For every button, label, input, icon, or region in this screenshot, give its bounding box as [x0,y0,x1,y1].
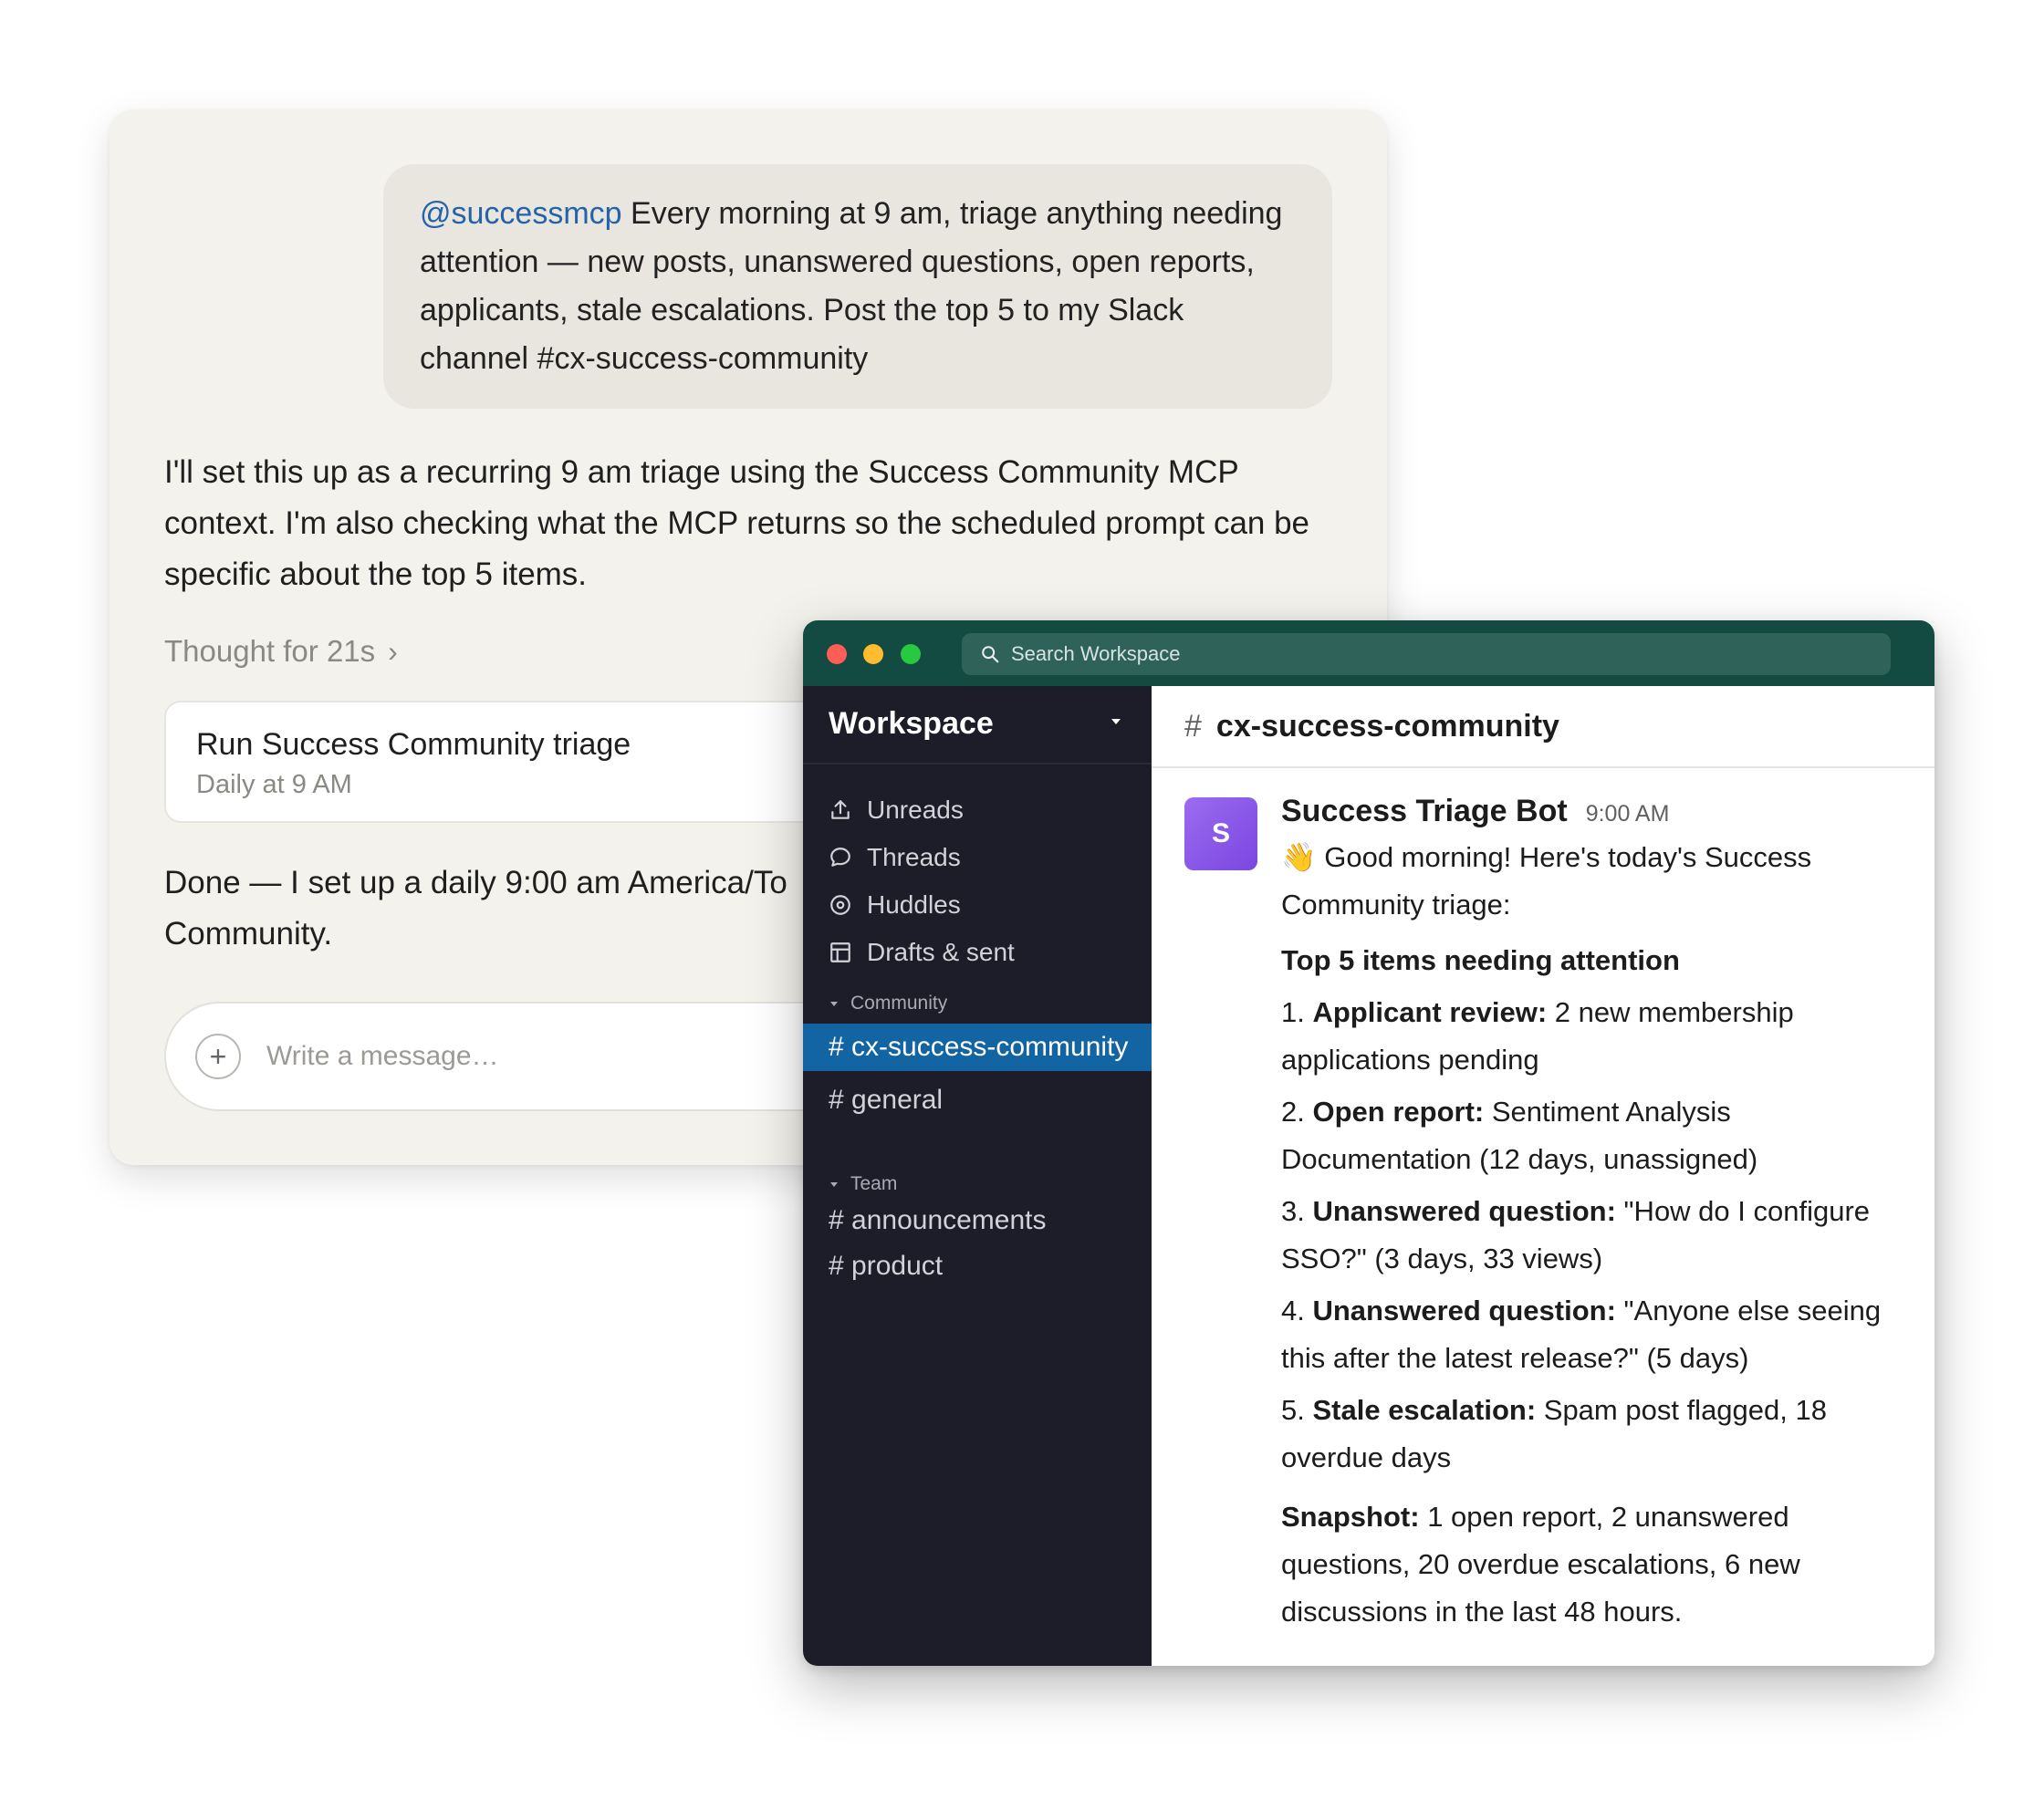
maximize-window-button[interactable] [901,644,921,664]
message-greeting: 👋 Good morning! Here's today's Success C… [1281,834,1911,929]
assistant-intro-text: I'll set this up as a recurring 9 am tri… [164,454,1310,592]
channel-general[interactable]: # general [803,1084,1152,1117]
section-team[interactable]: Team [830,1173,897,1195]
chevron-down-icon [830,1181,838,1187]
plus-icon: + [209,1040,227,1073]
chevron-down-icon [830,1001,838,1006]
list-item: 5. Stale escalation: Spam post flagged, … [1281,1387,1911,1482]
slack-window: Workspace Unreads Threads Huddles Dr [803,620,1934,1666]
section-community[interactable]: Community [830,993,947,1014]
item-number: 2. [1281,1096,1305,1128]
channel-title[interactable]: cx-success-community [1216,709,1559,744]
triage-heading: Top 5 items needing attention [1281,944,1680,976]
sidebar-item-label: Threads [867,843,961,871]
item-label: Unanswered question: [1312,1295,1616,1326]
sidebar-item-drafts[interactable]: Drafts & sent [829,934,1015,971]
window-titlebar [803,620,1934,686]
item-label: Open report: [1312,1096,1485,1128]
section-label: Community [850,993,948,1014]
channel-view: # cx-success-community S Success Triage … [1152,686,1934,1666]
huddles-icon [830,895,850,915]
chevron-down-icon [1111,719,1121,724]
sidebar-item-unreads[interactable]: Unreads [829,792,964,828]
sidebar-item-threads[interactable]: Threads [829,839,961,876]
channel-cx-success-community[interactable]: # cx-success-community [803,1024,1152,1071]
thought-label: Thought for 21s [164,634,376,668]
snapshot-summary: Snapshot: 1 open report, 2 unanswered qu… [1281,1493,1911,1636]
message-header: Success Triage Bot 9:00 AM [1281,794,1911,834]
message-timestamp[interactable]: 9:00 AM [1586,801,1670,827]
channel-header: # cx-success-community [1152,686,1934,768]
list-item: 4. Unanswered question: "Anyone else see… [1281,1287,1911,1382]
workspace-name: Workspace [829,706,994,741]
item-number: 5. [1281,1394,1305,1426]
item-label: Applicant review: [1312,996,1548,1028]
drafts-icon [830,942,850,962]
greeting-text: Good morning! Here's today's Success Com… [1281,841,1812,921]
hash-icon: # [1184,708,1202,744]
sidebar-item-label: Huddles [867,890,961,919]
user-message-bubble: @successmcp Every morning at 9 am, triag… [383,164,1332,409]
thought-toggle[interactable]: Thought for 21s › [164,634,398,669]
mention-link[interactable]: @successmcp [420,196,622,231]
item-label: Stale escalation: [1312,1394,1537,1426]
workspace-header[interactable]: Workspace [803,686,1152,765]
list-item: 2. Open report: Sentiment Analysis Docum… [1281,1088,1911,1183]
avatar[interactable]: S [1184,797,1257,870]
item-number: 4. [1281,1295,1305,1326]
item-number: 3. [1281,1195,1305,1227]
sidebar-item-label: Unreads [867,796,964,824]
item-label: Unanswered question: [1312,1195,1616,1227]
bot-message: Success Triage Bot 9:00 AM 👋 Good mornin… [1281,794,1911,1636]
wave-emoji-icon: 👋 [1281,841,1317,873]
channel-announcements[interactable]: # announcements [803,1204,1152,1237]
section-label: Team [850,1173,898,1194]
unreads-icon [831,800,850,819]
channel-product[interactable]: # product [803,1250,1152,1283]
list-item: 3. Unanswered question: "How do I config… [1281,1188,1911,1283]
search-icon [982,646,999,663]
search-input[interactable] [1009,641,1834,667]
chevron-right-icon: › [388,634,398,668]
minimize-window-button[interactable] [863,644,883,664]
message-input[interactable] [265,1040,816,1073]
workspace-search[interactable] [962,633,1891,675]
slack-sidebar: Workspace Unreads Threads Huddles Drafts… [803,686,1152,1666]
sidebar-item-label: Drafts & sent [867,938,1015,966]
close-window-button[interactable] [827,644,847,664]
item-number: 1. [1281,996,1305,1028]
snapshot-label: Snapshot: [1281,1501,1420,1533]
list-item: 1. Applicant review: 2 new membership ap… [1281,989,1911,1084]
message-author[interactable]: Success Triage Bot [1281,794,1568,829]
sidebar-item-huddles[interactable]: Huddles [829,887,961,923]
threads-icon [830,848,850,867]
add-attachment-button[interactable]: + [195,1034,241,1079]
